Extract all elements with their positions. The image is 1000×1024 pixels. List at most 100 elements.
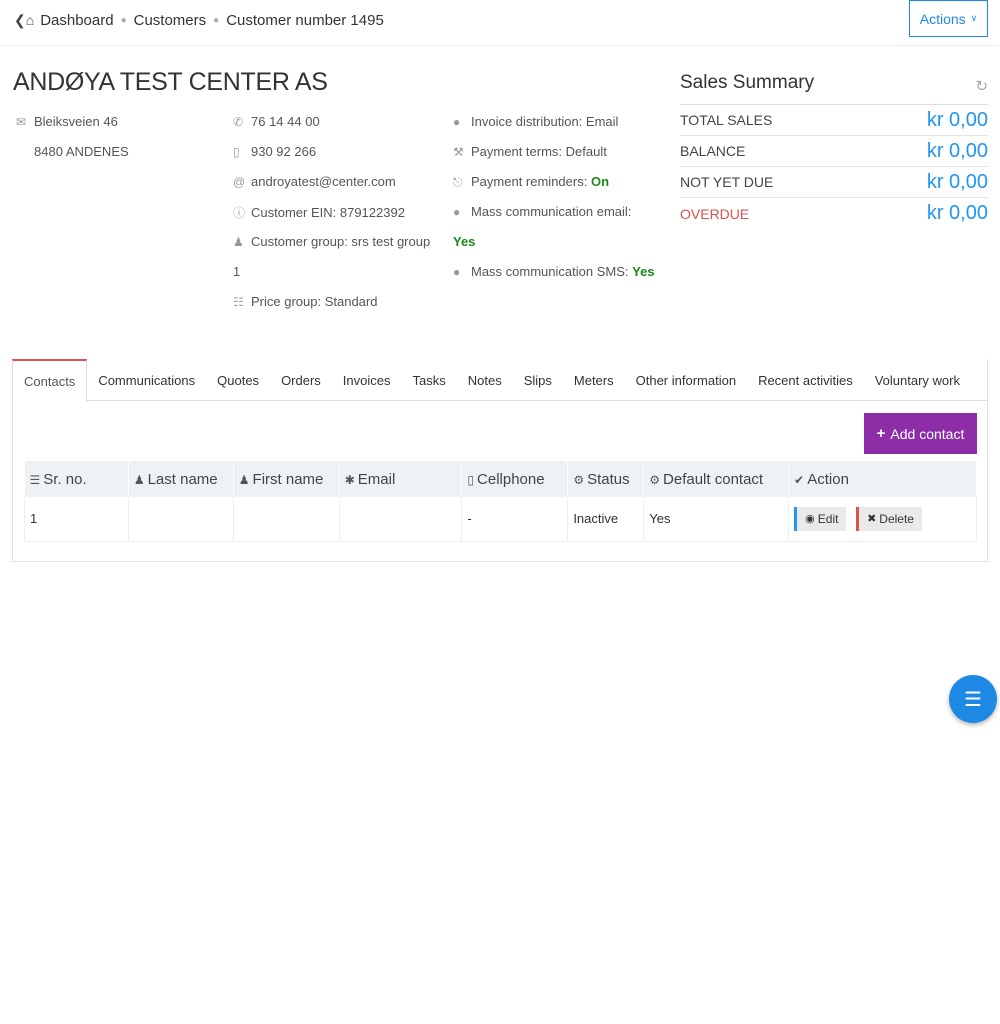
payment-reminders-value: On — [590, 174, 610, 189]
sales-summary-header: Sales Summary ↻ — [680, 72, 988, 105]
sales-row-total-sales: TOTAL SALES kr 0,00 — [680, 105, 988, 136]
th-label: Cellphone — [477, 470, 545, 488]
cell-cellphone: - — [461, 497, 569, 542]
th-action: ✔ Action — [788, 461, 977, 497]
eye-icon: ◉ — [805, 513, 815, 526]
delete-button[interactable]: ✖ Delete — [856, 506, 922, 531]
cell-default-contact: Yes — [643, 497, 790, 542]
cell-first-name — [233, 497, 340, 542]
invoice-distribution: Invoice distribution: Email — [471, 114, 619, 129]
address-line2: 8480 ANDENES — [34, 144, 129, 159]
payment-terms: Payment terms: Default — [471, 144, 607, 159]
table-header-row: ☰ Sr. no. ♟ Last name ♟ First name ✱ Email ▯… — [24, 461, 977, 497]
globe-icon: ● — [453, 115, 461, 129]
th-label: Status — [587, 470, 630, 488]
tab-tasks[interactable]: Tasks — [402, 359, 457, 401]
tab-contacts[interactable]: Contacts — [12, 359, 88, 402]
customer-ein: Customer EIN: 879122392 — [251, 205, 405, 220]
edit-button[interactable]: ◉ Edit — [794, 506, 847, 531]
user-icon: ♟ — [133, 472, 145, 487]
breadcrumb-customers[interactable]: Customers — [134, 12, 207, 29]
sales-value: kr 0,00 — [926, 108, 988, 131]
breadcrumb: ❮⌂ Dashboard ● Customers ● Customer numb… — [14, 12, 384, 29]
floating-menu-button[interactable]: ☰ — [949, 675, 997, 723]
mobile-number: 930 92 266 — [251, 144, 317, 159]
tab-quotes[interactable]: Quotes — [206, 359, 270, 401]
sales-label: NOT YET DUE — [680, 174, 774, 190]
address-block: ✉ Bleiksveien 46 8480 ANDENES — [16, 114, 129, 174]
tab-bar: Contacts Communications Quotes Orders In… — [12, 359, 988, 402]
address-line1: Bleiksveien 46 — [34, 114, 118, 129]
check-icon: ✔ — [794, 472, 805, 487]
th-default-contact[interactable]: ⚙ Default contact — [643, 461, 790, 497]
contact-info-block: ✆ 76 14 44 00 ▯ 930 92 266 @ androyatest@ce… — [233, 114, 430, 324]
price-group: Price group: Standard — [251, 294, 378, 309]
cell-sr-no: 1 — [24, 497, 129, 542]
user-icon: ♟ — [233, 235, 244, 249]
mass-sms-value: Yes — [632, 264, 655, 279]
home-icon[interactable]: ❮⌂ — [14, 12, 34, 29]
delete-label: Delete — [879, 511, 914, 526]
plus-icon: + — [876, 425, 886, 442]
sales-value: kr 0,00 — [926, 170, 988, 193]
top-bar: ❮⌂ Dashboard ● Customers ● Customer numb… — [0, 0, 1000, 46]
tab-notes[interactable]: Notes — [457, 359, 513, 401]
tab-meters[interactable]: Meters — [563, 359, 625, 401]
th-label: First name — [252, 470, 324, 488]
tab-invoices[interactable]: Invoices — [332, 359, 402, 401]
cell-action: ◉ Edit ✖ Delete — [788, 497, 977, 542]
globe-icon: ● — [453, 205, 461, 219]
breadcrumb-separator: ● — [120, 15, 127, 26]
gavel-icon: ⚒ — [453, 145, 464, 159]
tab-communications[interactable]: Communications — [87, 359, 206, 401]
gear-icon: ⚙ — [573, 472, 585, 487]
th-first-name[interactable]: ♟ First name — [233, 461, 340, 497]
payment-reminders-label: Payment reminders: — [471, 174, 588, 189]
actions-label: Actions — [919, 10, 966, 27]
edit-label: Edit — [817, 511, 839, 526]
chevron-down-icon: ∨ — [970, 13, 978, 23]
th-label: Action — [807, 470, 849, 488]
list-icon: ☰ — [29, 472, 41, 487]
actions-button[interactable]: Actions ∨ — [909, 0, 988, 37]
at-icon: @ — [233, 175, 246, 189]
th-sr-no[interactable]: ☰ Sr. no. — [24, 461, 129, 497]
customer-group-continued: 1 — [233, 264, 241, 279]
gear-icon: ⚙ — [649, 472, 661, 487]
tab-voluntary-work[interactable]: Voluntary work — [864, 359, 971, 401]
th-email[interactable]: ✱ Email — [339, 461, 463, 497]
sales-row-overdue: OVERDUE kr 0,00 — [680, 198, 988, 229]
mass-email-value: Yes — [453, 234, 476, 249]
th-cellphone[interactable]: ▯ Cellphone — [461, 461, 569, 497]
mass-email-label: Mass communication email: — [471, 204, 632, 219]
th-label: Email — [357, 470, 396, 488]
tab-orders[interactable]: Orders — [270, 359, 332, 401]
menu-icon: ☰ — [964, 688, 982, 711]
contacts-table: ☰ Sr. no. ♟ Last name ♟ First name ✱ Email ▯… — [24, 461, 977, 542]
sales-summary-title: Sales Summary — [680, 72, 815, 93]
customer-name: ANDØYA TEST CENTER AS — [13, 68, 328, 96]
sales-row-balance: BALANCE kr 0,00 — [680, 136, 988, 167]
th-label: Default contact — [663, 470, 764, 488]
cell-last-name — [128, 497, 234, 542]
th-label: Sr. no. — [43, 470, 87, 488]
breadcrumb-separator: ● — [213, 15, 220, 26]
sales-label: TOTAL SALES — [680, 112, 773, 128]
user-icon: ♟ — [238, 472, 250, 487]
close-icon: ✖ — [867, 513, 877, 526]
add-contact-button[interactable]: + Add contact — [864, 413, 977, 454]
settings-block: ● Invoice distribution: Email ⚒ Payment te… — [453, 114, 655, 294]
sales-value: kr 0,00 — [926, 139, 988, 162]
th-status[interactable]: ⚙ Status — [567, 461, 645, 497]
tab-recent-activities[interactable]: Recent activities — [747, 359, 864, 401]
sales-value: kr 0,00 — [926, 202, 988, 224]
sales-row-not-yet-due: NOT YET DUE kr 0,00 — [680, 167, 988, 198]
tab-other-information[interactable]: Other information — [625, 359, 747, 401]
refresh-icon[interactable]: ↻ — [975, 77, 988, 95]
breadcrumb-dashboard[interactable]: Dashboard — [40, 12, 113, 29]
th-last-name[interactable]: ♟ Last name — [128, 461, 234, 497]
cell-email — [339, 497, 463, 542]
sitemap-icon: ☷ — [233, 295, 244, 309]
tab-slips[interactable]: Slips — [513, 359, 563, 401]
sales-label: BALANCE — [680, 143, 746, 159]
